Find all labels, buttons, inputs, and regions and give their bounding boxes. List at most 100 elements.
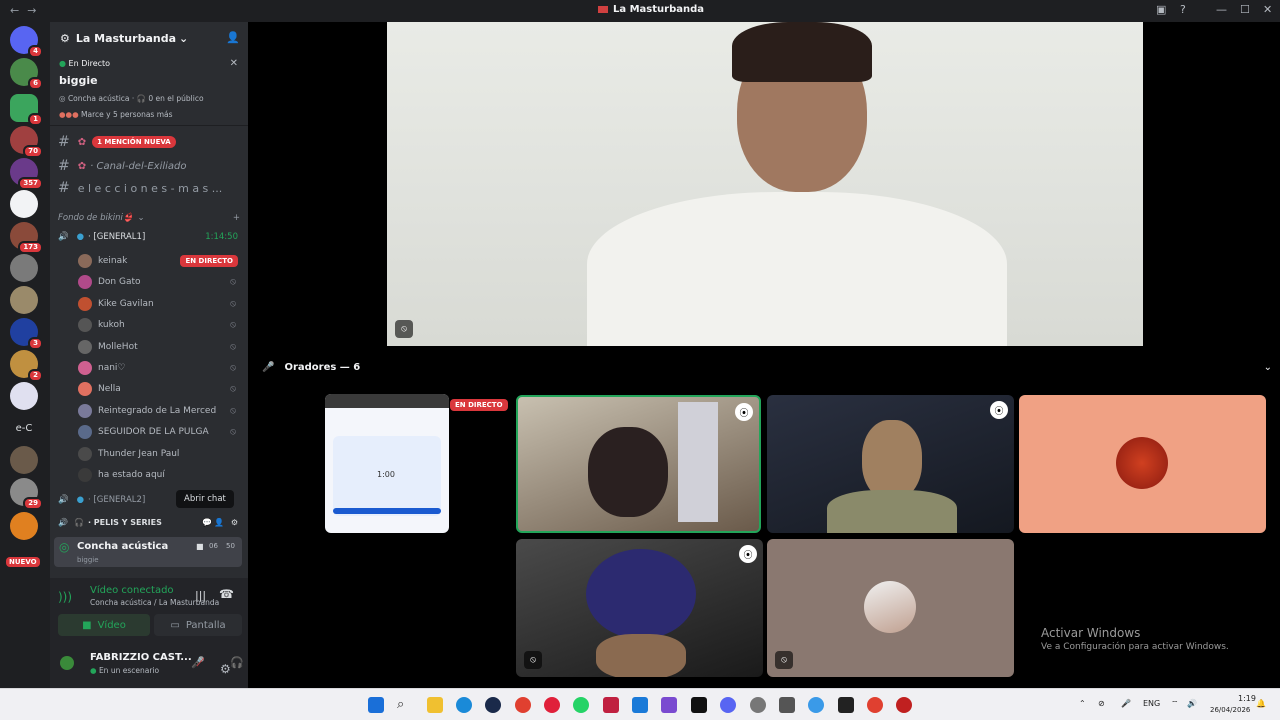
mic-muted-icon[interactable]: 🎤̸ — [191, 656, 205, 669]
server-icon[interactable]: 1 — [10, 94, 43, 126]
mic-muted-icon: ⦸ — [230, 277, 236, 288]
speaker-tile-2[interactable]: ⦿ — [516, 395, 761, 533]
edge-icon[interactable] — [456, 697, 472, 713]
server-icon[interactable]: 3 — [10, 318, 43, 350]
back-forward-icons[interactable]: ←→ — [10, 4, 44, 17]
server-icon[interactable] — [10, 190, 38, 218]
speaker-tile-6[interactable]: ⦸ — [767, 539, 1014, 677]
globe-icon: ● — [76, 495, 85, 505]
language-indicator[interactable]: ENG — [1143, 699, 1160, 708]
mic-icon[interactable]: 🎤 — [1121, 699, 1131, 708]
inbox-icon[interactable]: ▣ — [1156, 3, 1166, 16]
settings-icon[interactable] — [750, 697, 766, 713]
speaker-icon: 🔊 — [58, 518, 68, 527]
speaker-tile-4[interactable] — [1019, 395, 1266, 533]
voice-activity-icon[interactable]: ||| — [195, 589, 206, 602]
live-stage-card[interactable]: ● En Directo ✕ biggie ◎ Concha acústica … — [50, 54, 248, 126]
server-icon[interactable] — [10, 286, 38, 314]
visual-studio-icon[interactable] — [661, 697, 677, 713]
voice-channel-pelis[interactable]: 🔊 🎧 · PELIS Y SERIES 💬 👤 ⚙ — [58, 518, 240, 527]
wifi-icon[interactable]: ⌔ — [1171, 699, 1179, 709]
gear-icon[interactable]: ⚙ — [220, 662, 231, 676]
search-icon[interactable]: ⌕ — [397, 697, 413, 713]
guild-header[interactable]: ⚙ La Masturbanda ⌄ 👤 — [50, 22, 248, 54]
speakers-header[interactable]: 🎤 Oradores — 6 ⌄ — [262, 362, 1272, 378]
voice-member[interactable]: ha estado aquí — [78, 466, 238, 484]
avatar — [78, 403, 92, 418]
voice-member[interactable]: SEGUIDOR DE LA PULGA ⦸ — [78, 423, 238, 441]
server-icon[interactable]: 357 — [10, 158, 43, 190]
video-button[interactable]: ■ Vídeo — [58, 614, 150, 636]
server-icon[interactable] — [10, 254, 38, 282]
voice-member[interactable]: Reintegrado de La Merced ⦸ — [78, 402, 238, 420]
stage-channel-concha[interactable]: ◎ Concha acústica biggie ■ 06 50 — [54, 537, 242, 567]
chevron-up-icon[interactable]: ⌃ — [1079, 699, 1086, 708]
voice-member[interactable]: kukoh ⦸ — [78, 316, 238, 334]
avatar[interactable] — [60, 654, 74, 672]
server-icon[interactable] — [10, 446, 38, 474]
file-explorer-icon[interactable] — [427, 697, 443, 713]
app-icon[interactable] — [603, 697, 619, 713]
voice-member[interactable]: Thunder Jean Paul — [78, 445, 238, 463]
main-video-tile[interactable]: ⦸ — [387, 22, 1143, 346]
stage-view: ⦸ 🎤 Oradores — 6 ⌄ 1:00 EN DIRECTO ⦿ ⦿ ⦿ … — [248, 22, 1280, 688]
server-icon[interactable]: 70 — [10, 126, 43, 158]
text-channel-exiliado[interactable]: # ✿ · Canal-del-Exiliado — [58, 158, 238, 174]
minimize-button[interactable]: — — [1216, 3, 1227, 16]
tiktok-icon[interactable] — [691, 697, 707, 713]
close-icon[interactable]: ✕ — [230, 58, 238, 69]
discord-icon[interactable] — [720, 697, 736, 713]
voice-member[interactable]: keinak EN DIRECTO — [78, 252, 238, 270]
clock-time[interactable]: 1:19 — [1238, 694, 1256, 703]
help-icon[interactable]: ? — [1180, 3, 1186, 16]
chat-bubble-icon[interactable]: 💬 — [202, 518, 212, 527]
disconnect-icon[interactable]: ☎ — [219, 587, 234, 601]
voice-member[interactable]: Kike Gavilan ⦸ — [78, 295, 238, 313]
maximize-button[interactable]: ☐ — [1240, 3, 1250, 16]
speaker-tile-5[interactable]: ⦿ ⦸ — [516, 539, 763, 677]
mic-icon: 🎤 — [262, 362, 275, 373]
chevron-down-icon[interactable]: ⌄ — [1264, 362, 1272, 373]
server-icon[interactable] — [10, 382, 38, 410]
gear-icon[interactable]: ⚙ — [231, 518, 238, 527]
category-fondo-bikini[interactable]: Fondo de bikini👙 ⌄ + — [58, 213, 240, 223]
server-icon[interactable]: 6 — [10, 58, 43, 90]
whatsapp-icon[interactable] — [573, 697, 589, 713]
server-icon[interactable] — [10, 512, 38, 540]
notification-icon[interactable]: 🔔 — [1256, 699, 1266, 708]
new-mention-badge[interactable]: 1 MENCIÓN NUEVA — [92, 136, 176, 148]
voice-member[interactable]: nani♡ ⦸ — [78, 359, 238, 377]
browser-icon[interactable] — [808, 697, 824, 713]
voice-member[interactable]: Nella ⦸ — [78, 380, 238, 398]
terminal-icon[interactable] — [838, 697, 854, 713]
text-channel-elecciones[interactable]: # e l e c c i o n e s - m a s ... — [58, 180, 238, 196]
home-discord-icon[interactable]: 4 — [10, 26, 43, 58]
opera-icon[interactable] — [544, 697, 560, 713]
screen-share-button[interactable]: ▭ Pantalla — [154, 614, 242, 636]
voice-member[interactable]: MolleHot ⦸ — [78, 338, 238, 356]
vscode-icon[interactable] — [632, 697, 648, 713]
app-icon[interactable] — [896, 697, 912, 713]
server-icon[interactable]: 173 — [10, 222, 43, 254]
steam-icon[interactable] — [485, 697, 501, 713]
speaker-tile-3[interactable]: ⦿ — [767, 395, 1014, 533]
chrome-icon[interactable] — [515, 697, 531, 713]
voice-member[interactable]: Don Gato ⦸ — [78, 273, 238, 291]
close-button[interactable]: ✕ — [1263, 3, 1272, 16]
text-channel-1[interactable]: # ✿ 1 MENCIÓN NUEVA — [58, 134, 238, 150]
add-channel-icon[interactable]: + — [233, 213, 240, 223]
server-text-icon[interactable]: e-C — [10, 414, 38, 442]
notepad-icon[interactable] — [779, 697, 795, 713]
server-icon[interactable]: 29 — [10, 478, 43, 510]
volume-icon[interactable]: 🔊 — [1187, 699, 1197, 708]
network-icon[interactable]: ⊘ — [1098, 699, 1105, 708]
chrome-icon[interactable] — [867, 697, 883, 713]
headphones-icon[interactable]: 🎧 — [230, 656, 244, 669]
server-icon[interactable]: 2 — [10, 350, 43, 382]
screen-share-tile[interactable]: 1:00 — [325, 394, 449, 533]
windows-start-icon[interactable] — [368, 697, 384, 713]
invite-icon[interactable]: 👤 — [226, 31, 240, 44]
invite-icon[interactable]: 👤 — [214, 518, 224, 527]
voice-channel-general1[interactable]: 🔊 ● · [GENERAL1] 1:14:50 — [58, 232, 240, 242]
clock-date[interactable]: 26/04/2026 — [1210, 706, 1250, 714]
